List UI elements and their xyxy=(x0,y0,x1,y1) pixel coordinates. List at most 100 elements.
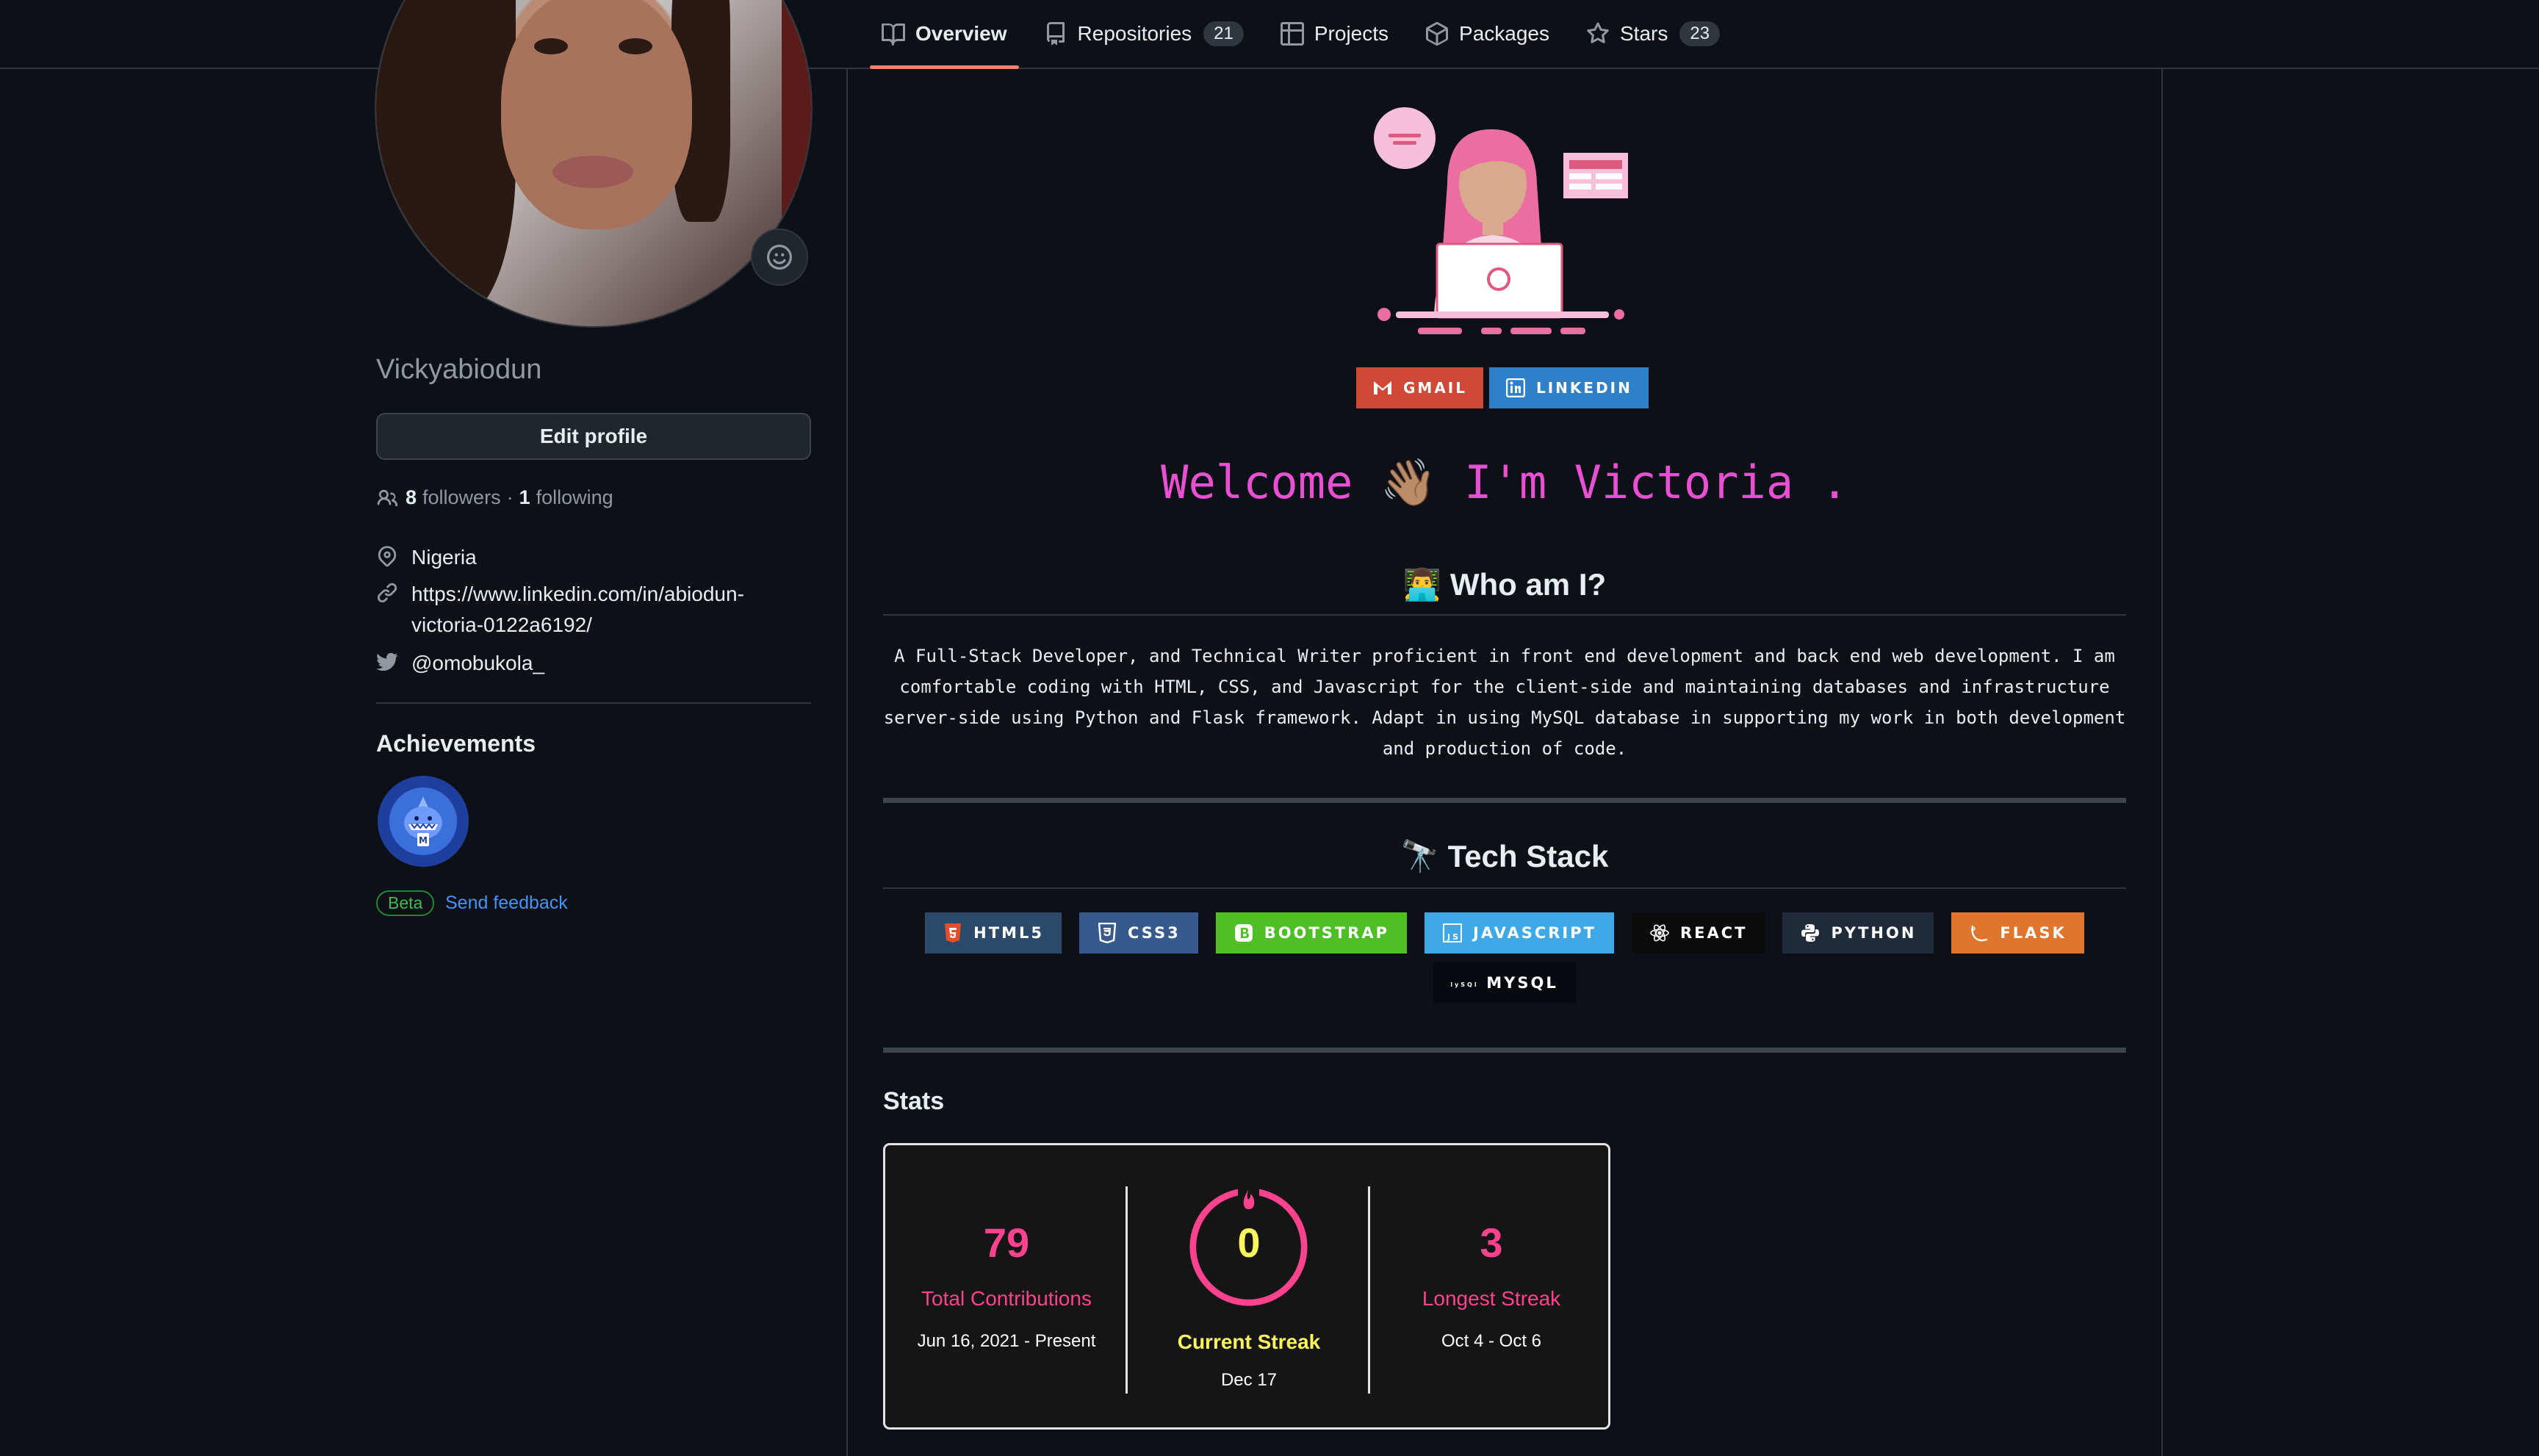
svg-text:JS: JS xyxy=(1447,932,1461,942)
tab-repositories-label: Repositories xyxy=(1077,22,1192,45)
set-status-button[interactable] xyxy=(751,228,808,286)
smiley-icon xyxy=(767,245,792,270)
react-badge[interactable]: REACT xyxy=(1631,912,1765,954)
tab-packages-label: Packages xyxy=(1459,22,1549,45)
total-contributions-range: Jun 16, 2021 - Present xyxy=(917,1331,1096,1351)
website-link-line2[interactable]: victoria-0122a6192/ xyxy=(411,613,592,636)
welcome-heading: Welcome 👋🏽 I'm Victoria . xyxy=(1161,455,1848,509)
profile-page: Overview Repositories 21 Projects Packag… xyxy=(0,0,2539,1456)
total-contributions-label: Total Contributions xyxy=(921,1287,1092,1310)
linkedin-badge-label: LINKEDIN xyxy=(1535,379,1632,397)
total-contributions-stat: 79 Total Contributions Jun 16, 2021 - Pr… xyxy=(885,1145,1128,1432)
html5-icon xyxy=(945,923,962,943)
shark-icon: M xyxy=(404,796,442,846)
bio-line: server-side using Python and Flask frame… xyxy=(883,707,2126,728)
gmail-icon xyxy=(1374,381,1391,394)
bootstrap-badge[interactable]: BOOTSTRAP xyxy=(1215,912,1407,954)
profile-twitter[interactable]: @omobukola_ xyxy=(376,648,544,679)
total-contributions-value: 79 xyxy=(983,1219,1030,1266)
html5-badge[interactable]: HTML5 xyxy=(925,912,1062,954)
mysql-icon: MySQL xyxy=(1451,981,1476,988)
css3-badge-label: CSS3 xyxy=(1127,924,1181,942)
flask-icon xyxy=(1971,925,1988,942)
stars-count-badge: 23 xyxy=(1679,21,1721,46)
svg-text:MySQL: MySQL xyxy=(1451,981,1476,988)
bio-text: A Full-Stack Developer, and Technical Wr… xyxy=(883,641,2126,764)
css3-icon xyxy=(1098,923,1116,943)
send-feedback-link[interactable]: Send feedback xyxy=(445,893,568,914)
edit-profile-button[interactable]: Edit profile xyxy=(376,413,811,460)
tech-stack-heading: 🔭 Tech Stack xyxy=(1400,839,1609,873)
twitter-handle[interactable]: @omobukola_ xyxy=(411,648,544,679)
tab-projects-label: Projects xyxy=(1314,22,1389,45)
star-icon xyxy=(1587,22,1609,43)
python-icon xyxy=(1801,924,1820,942)
book-icon xyxy=(882,23,905,46)
profile-username: Vickyabiodun xyxy=(376,354,542,385)
location-text: Nigeria xyxy=(411,546,477,569)
followers-count[interactable]: 8 xyxy=(406,486,417,509)
achievement-badge[interactable]: M xyxy=(378,776,469,867)
beta-badge: Beta xyxy=(376,890,435,916)
website-link-line1[interactable]: https://www.linkedin.com/in/abiodun- xyxy=(411,583,744,605)
tab-overview-label: Overview xyxy=(915,22,1007,45)
following-link[interactable]: following xyxy=(536,486,613,509)
bio-line: A Full-Stack Developer, and Technical Wr… xyxy=(894,646,2115,666)
tab-projects[interactable]: Projects xyxy=(1269,0,1400,68)
gmail-badge-label: GMAIL xyxy=(1403,379,1467,397)
longest-streak-value: 3 xyxy=(1480,1219,1503,1266)
profile-location: Nigeria xyxy=(376,542,477,573)
tech-badges-row-1: HTML5 CSS3 BOOTSTRAP JS JAVASCRIPT REACT… xyxy=(883,912,2126,954)
javascript-icon: JS xyxy=(1443,923,1462,943)
tab-stars[interactable]: Stars 23 xyxy=(1574,0,1732,68)
link-icon xyxy=(377,583,397,603)
followers-link[interactable]: followers xyxy=(422,486,501,509)
tech-badges-row-2: MySQL MYSQL xyxy=(883,962,2126,1003)
react-icon xyxy=(1650,924,1669,942)
streak-stats-card[interactable]: 79 Total Contributions Jun 16, 2021 - Pr… xyxy=(883,1143,1610,1430)
avatar[interactable] xyxy=(375,0,813,328)
developer-illustration xyxy=(1374,107,1628,334)
python-badge-label: PYTHON xyxy=(1831,924,1917,942)
linkedin-icon xyxy=(1505,378,1525,397)
tab-stars-label: Stars xyxy=(1620,22,1668,45)
mysql-badge-label: MYSQL xyxy=(1486,974,1558,992)
repo-icon xyxy=(1046,22,1065,46)
tech-stack-rule xyxy=(883,887,2126,889)
linkedin-badge[interactable]: LINKEDIN xyxy=(1488,367,1649,408)
react-badge-label: REACT xyxy=(1679,924,1748,942)
longest-streak-label: Longest Streak xyxy=(1422,1287,1561,1310)
flask-badge-label: FLASK xyxy=(2000,924,2067,942)
gmail-badge[interactable]: GMAIL xyxy=(1356,367,1483,408)
longest-streak-stat: 3 Longest Streak Oct 4 - Oct 6 xyxy=(1370,1145,1613,1432)
current-streak-label: Current Streak xyxy=(1177,1330,1321,1353)
table-icon xyxy=(1280,22,1304,46)
package-icon xyxy=(1426,22,1449,46)
css3-badge[interactable]: CSS3 xyxy=(1078,912,1198,954)
profile-website[interactable]: https://www.linkedin.com/in/abiodun- vic… xyxy=(376,579,744,641)
twitter-icon xyxy=(376,652,398,671)
following-count[interactable]: 1 xyxy=(519,486,530,509)
location-icon xyxy=(378,546,397,567)
contact-badges: GMAIL LINKEDIN xyxy=(1356,367,1654,408)
current-streak-stat: 0 Current Streak Dec 17 xyxy=(1128,1145,1370,1432)
svg-text:M: M xyxy=(419,835,428,846)
mysql-badge[interactable]: MySQL MYSQL xyxy=(1433,962,1576,1003)
bio-line: and production of code. xyxy=(1382,738,1627,759)
tab-overview[interactable]: Overview xyxy=(870,0,1019,69)
follow-separator: · xyxy=(506,486,514,508)
sidebar-divider xyxy=(376,702,811,704)
bootstrap-badge-label: BOOTSTRAP xyxy=(1264,924,1389,942)
javascript-badge[interactable]: JS JAVASCRIPT xyxy=(1425,912,1614,954)
people-icon xyxy=(377,489,398,506)
achievements-title[interactable]: Achievements xyxy=(376,730,536,757)
tab-packages[interactable]: Packages xyxy=(1413,0,1561,68)
tab-repositories[interactable]: Repositories 21 xyxy=(1032,0,1256,68)
who-am-i-heading: 👨‍💻 Who am I? xyxy=(1402,567,1607,602)
bio-line: comfortable coding with HTML, CSS, and J… xyxy=(899,677,2110,697)
python-badge[interactable]: PYTHON xyxy=(1782,912,1934,954)
repositories-count-badge: 21 xyxy=(1203,21,1244,46)
flask-badge[interactable]: FLASK xyxy=(1951,912,2084,954)
section-divider xyxy=(883,1048,2126,1053)
follow-stats: 8 followers · 1 following xyxy=(376,486,613,509)
